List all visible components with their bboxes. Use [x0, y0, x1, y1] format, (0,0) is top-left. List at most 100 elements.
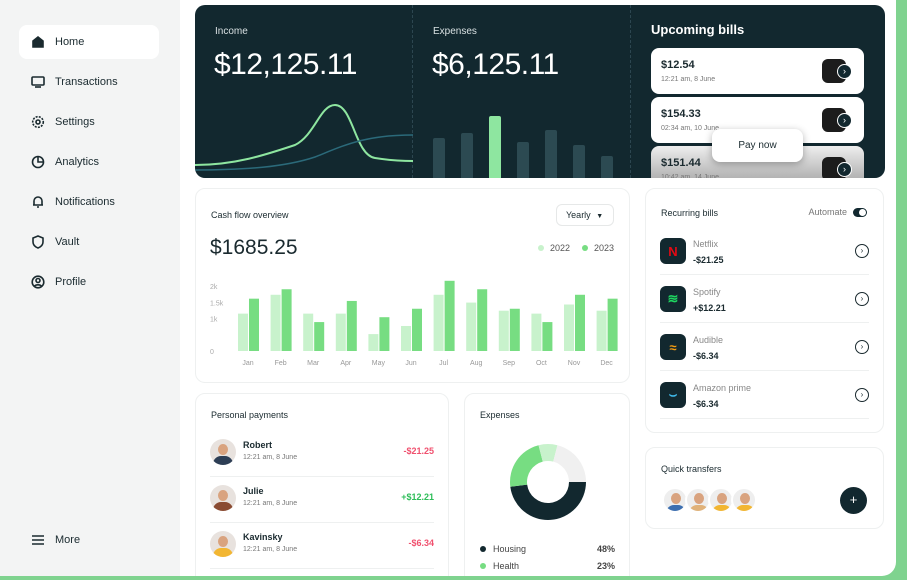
sidebar-more[interactable]: More: [19, 523, 159, 557]
x-tick-label: Jan: [242, 360, 253, 367]
recurring-bill-row[interactable]: ⌣ Amazon prime -$6.34 ›: [660, 373, 869, 419]
chevron-right-icon[interactable]: ›: [837, 162, 852, 177]
gear-icon: [31, 115, 45, 129]
x-tick-label: Jul: [439, 360, 448, 367]
quick-transfer-avatar[interactable]: [731, 487, 757, 513]
recurring-bill-row[interactable]: ≈ Audible -$6.34 ›: [660, 325, 869, 371]
sidebar-item-profile[interactable]: Profile: [19, 265, 159, 299]
bill-amount: $151.44: [661, 157, 701, 169]
sidebar-item-label: Transactions: [55, 76, 118, 88]
sidebar-item-label: Analytics: [55, 156, 100, 168]
chevron-right-icon[interactable]: ›: [855, 340, 869, 354]
avatar: [210, 439, 236, 465]
sidebar-item-label: Home: [55, 36, 85, 48]
payment-row[interactable]: Kavinsky 12:21 am, 8 June -$6.34: [210, 523, 434, 569]
payment-row[interactable]: Robert 12:21 am, 8 June -$21.25: [210, 431, 434, 477]
bill-amount: $12.54: [661, 59, 695, 71]
payment-amount: +$12.21: [401, 492, 434, 502]
sidebar-item-home[interactable]: Home: [19, 25, 159, 59]
payer-name: Julie: [243, 486, 264, 496]
bar-2022-Feb: [270, 294, 281, 351]
summary-panel: Income $12,125.11 Expenses $6,125.11 Upc…: [195, 5, 885, 178]
sidebar-item-analytics[interactable]: Analytics: [19, 145, 159, 179]
bar-2022-Aug: [466, 302, 477, 351]
bill-amount: $154.33: [661, 108, 701, 120]
user-icon: [31, 275, 45, 289]
sidebar-item-transactions[interactable]: Transactions: [19, 65, 159, 99]
bar-2022-Sep: [498, 310, 509, 351]
bar-2022-Jan: [238, 313, 248, 351]
chevron-right-icon[interactable]: ›: [855, 388, 869, 402]
chevron-right-icon[interactable]: ›: [837, 64, 852, 79]
bar-2022-Mar: [303, 313, 314, 351]
recurring-bill-row[interactable]: N Netflix -$21.25 ›: [660, 229, 869, 275]
donut-segment-housing: [510, 482, 586, 520]
x-tick-label: Sep: [503, 360, 516, 367]
chevron-right-icon[interactable]: ›: [837, 113, 852, 128]
chevron-right-icon[interactable]: ›: [855, 244, 869, 258]
bar-2022-Jul: [433, 294, 444, 351]
expense-category: Health: [493, 561, 520, 571]
shield-icon: [32, 235, 44, 249]
bar-2022-Jun: [401, 325, 411, 351]
quick-transfers-card: Quick transfers +: [645, 447, 884, 529]
expenses-value: $6,125.11: [432, 48, 559, 81]
upcoming-bill[interactable]: $12.54 12:21 am, 8 June ›: [651, 48, 864, 94]
expense-bar: [461, 133, 473, 178]
expense-category: Housing: [493, 544, 527, 554]
automate-toggle[interactable]: [853, 207, 867, 217]
spotify-icon: ≋: [660, 286, 686, 312]
prime-icon: ⌣: [660, 382, 686, 408]
payment-time: 12:21 am, 8 June: [243, 546, 298, 553]
sidebar-item-notifications[interactable]: Notifications: [19, 185, 159, 219]
x-tick-label: Aug: [470, 360, 483, 367]
bar-2023-May: [379, 317, 390, 351]
chevron-right-icon[interactable]: ›: [855, 292, 869, 306]
payment-amount: -$6.34: [408, 538, 434, 548]
period-value: Yearly: [566, 210, 591, 220]
payment-row[interactable]: Julie 12:21 am, 8 June +$12.21: [210, 477, 434, 523]
quick-transfers-title: Quick transfers: [661, 464, 722, 474]
y-tick-label: 0: [210, 349, 214, 356]
bar-2022-Dec: [596, 310, 607, 351]
payment-time: 12:21 am, 8 June: [243, 454, 298, 461]
expense-percent: 23%: [596, 561, 615, 571]
bar-2023-Apr: [346, 300, 357, 351]
expenses-donut: [510, 444, 586, 520]
cash-flow-chart: 0 1k 1.5k 2k Jan Feb Mar Apr May Jun Jul Aug Sep Oct N…: [210, 280, 618, 367]
legend-item: 2023: [581, 243, 614, 253]
income-label: Income: [215, 26, 248, 37]
bill-time: 02:34 am, 10 June: [661, 125, 719, 132]
payment-time: 12:21 am, 8 June: [243, 500, 298, 507]
bar-2022-May: [368, 334, 379, 351]
legend-label: 2022: [549, 243, 570, 253]
add-transfer-button[interactable]: +: [840, 487, 867, 514]
recurring-title: Recurring bills: [661, 208, 719, 218]
recurring-bill-amount: -$21.25: [693, 255, 724, 265]
donut-segment-remaining: [553, 445, 586, 482]
personal-payments-title: Personal payments: [211, 410, 289, 420]
netflix-icon: N: [660, 238, 686, 264]
payer-name: Robert: [243, 440, 272, 450]
legend-dot: [480, 563, 486, 569]
cash-flow-title: Cash flow overview: [211, 210, 289, 220]
bill-time: 10:42 am, 14 June: [661, 174, 719, 178]
bar-2023-Dec: [607, 298, 618, 351]
recurring-bill-row[interactable]: ≋ Spotify +$12.21 ›: [660, 277, 869, 323]
bar-2023-Nov: [575, 294, 585, 351]
sidebar-item-settings[interactable]: Settings: [19, 105, 159, 139]
period-dropdown[interactable]: Yearly ▼: [556, 204, 614, 226]
legend-dot: [480, 546, 486, 552]
x-tick-label: Oct: [536, 360, 547, 367]
expense-percent: 48%: [596, 544, 615, 554]
sidebar-item-vault[interactable]: Vault: [19, 225, 159, 259]
sidebar: Home Transactions Settings Analytics Notific…: [0, 0, 180, 576]
bill-time: 12:21 am, 8 June: [661, 76, 716, 83]
expenses-card: Expenses Housing 48% Health 23%: [464, 393, 630, 576]
sidebar-item-label: Vault: [55, 236, 80, 248]
pay-now-button[interactable]: Pay now: [712, 129, 803, 162]
recurring-bill-name: Spotify: [693, 287, 721, 297]
caret-down-icon: ▼: [596, 213, 604, 220]
bar-2023-Jan: [249, 298, 259, 351]
sidebar-item-label: Profile: [55, 276, 87, 288]
